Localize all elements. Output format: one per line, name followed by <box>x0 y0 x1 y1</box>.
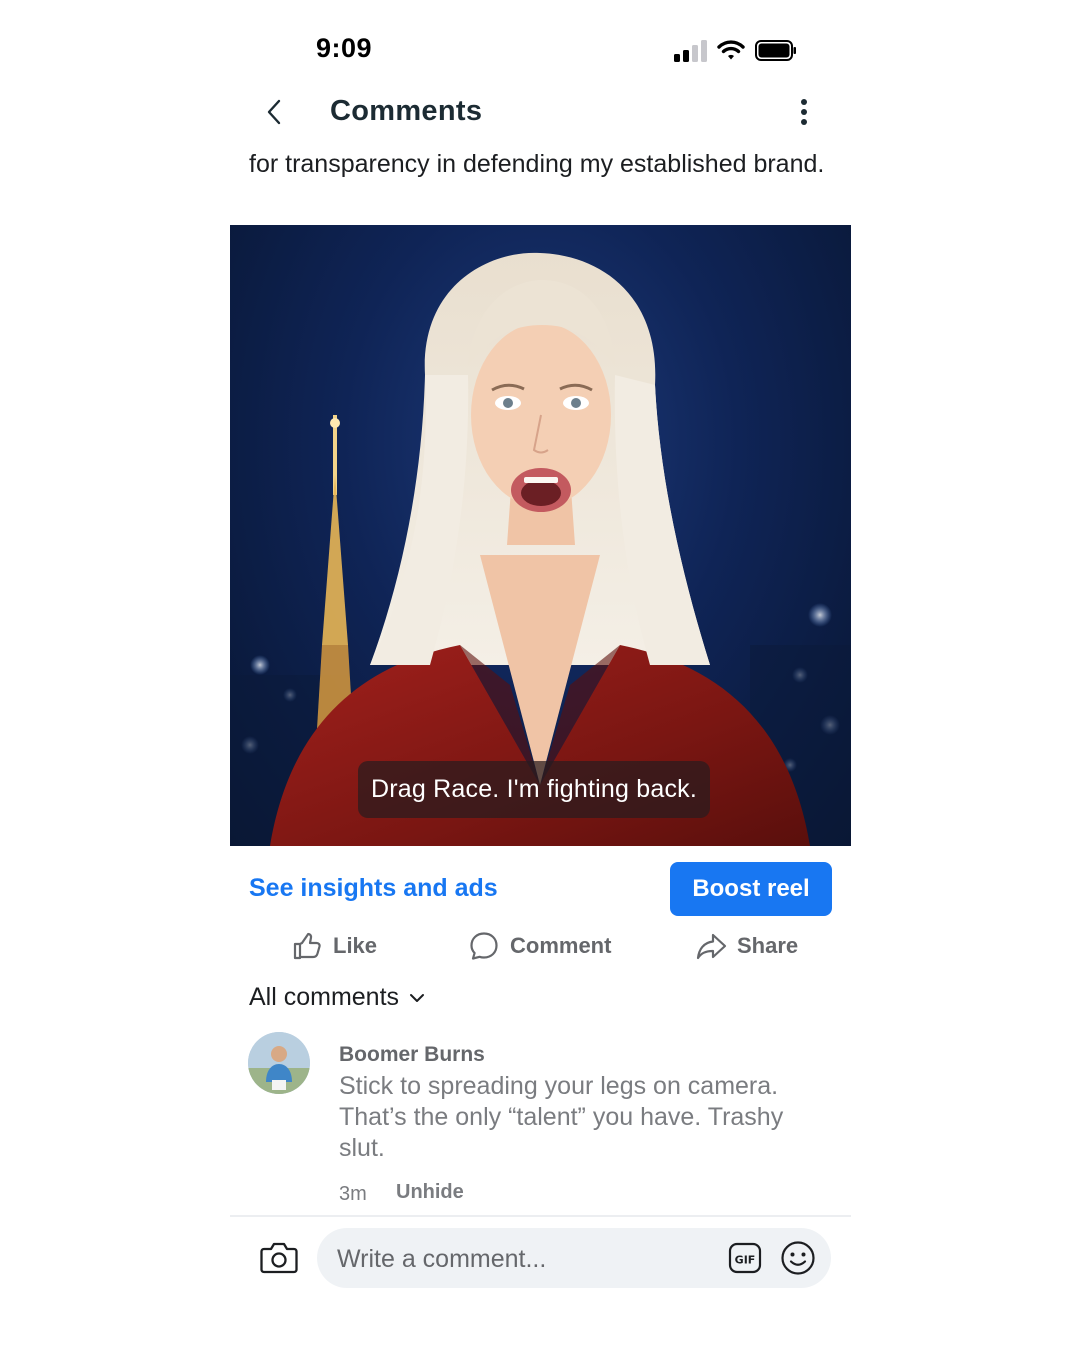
comment-input[interactable] <box>335 1240 719 1278</box>
comment-icon <box>470 932 498 960</box>
post-caption: for transparency in defending my establi… <box>249 150 825 178</box>
page-title: Comments <box>330 95 483 127</box>
see-insights-link[interactable]: See insights and ads <box>249 874 498 903</box>
reel-video[interactable]: Drag Race. I'm fighting back. <box>230 225 851 846</box>
comment-timestamp: 3m <box>339 1183 367 1205</box>
comment-button[interactable]: Comment <box>468 928 611 964</box>
comment-text: Stick to spreading your legs on camera. … <box>339 1072 784 1162</box>
video-frame-illustration <box>230 252 851 846</box>
share-label: Share <box>737 933 799 958</box>
share-icon <box>696 933 727 960</box>
chevron-down-icon <box>410 993 425 1002</box>
battery-icon <box>755 40 796 61</box>
avatar-photo <box>248 1032 310 1094</box>
comment-author[interactable]: Boomer Burns <box>339 1043 485 1067</box>
gif-icon[interactable]: GIF <box>728 1241 762 1275</box>
avatar[interactable] <box>248 1032 310 1094</box>
like-button[interactable]: Like <box>291 928 377 964</box>
boost-reel-button[interactable]: Boost reel <box>670 862 832 916</box>
camera-icon[interactable] <box>260 1240 298 1274</box>
status-time: 9:09 <box>316 33 373 63</box>
like-label: Like <box>333 933 378 958</box>
like-icon <box>293 932 321 960</box>
more-vertical-icon[interactable] <box>792 96 816 128</box>
unhide-button[interactable]: Unhide <box>396 1181 464 1204</box>
comments-filter-label: All comments <box>249 983 400 1011</box>
wifi-icon <box>717 40 745 60</box>
emoji-icon[interactable] <box>780 1240 816 1276</box>
share-button[interactable]: Share <box>695 928 798 964</box>
video-subtitle: Drag Race. I'm fighting back. <box>358 761 710 818</box>
back-chevron-icon[interactable] <box>262 96 286 128</box>
comment-label: Comment <box>510 933 612 958</box>
svg-text:GIF: GIF <box>735 1254 756 1267</box>
comments-filter-dropdown[interactable]: All comments <box>249 983 425 1012</box>
divider <box>230 1215 851 1217</box>
cellular-signal-icon <box>674 40 707 62</box>
comment-composer: GIF <box>317 1228 831 1288</box>
